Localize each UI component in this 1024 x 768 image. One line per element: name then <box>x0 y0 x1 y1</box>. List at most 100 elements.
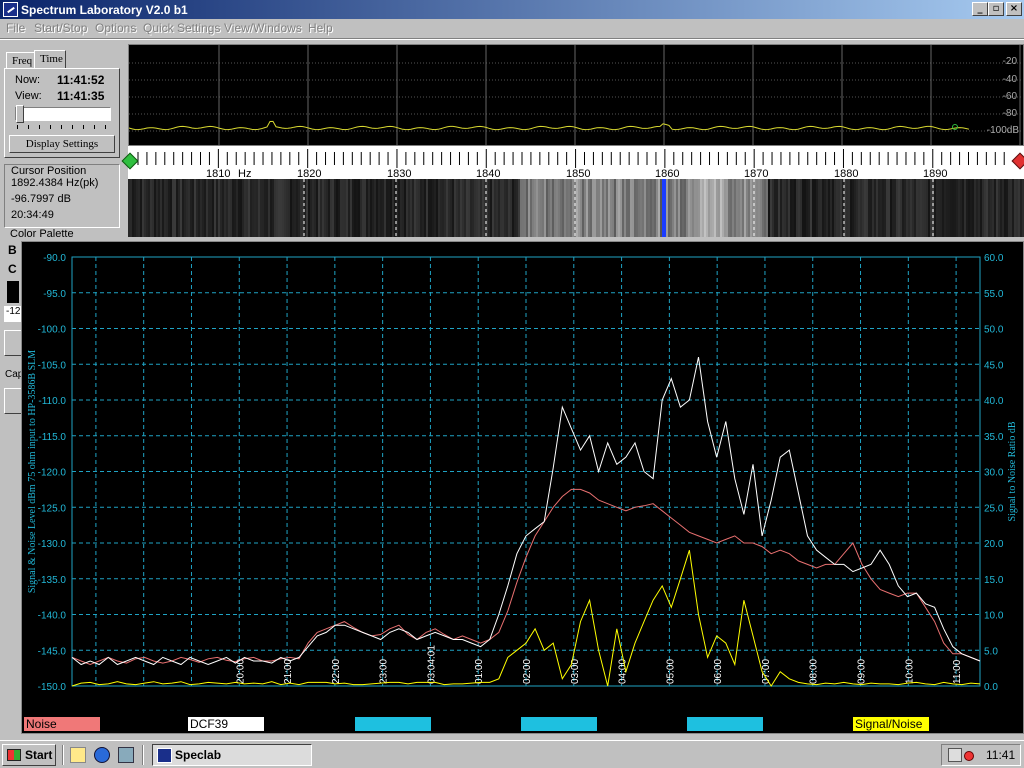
waterfall-column <box>270 179 272 237</box>
waterfall-column <box>640 179 642 237</box>
waterfall-column <box>778 179 780 237</box>
waterfall-column <box>886 179 888 237</box>
waterfall-column <box>786 179 788 237</box>
start-button[interactable]: Start <box>2 744 56 766</box>
waterfall-column <box>1020 179 1022 237</box>
display-settings-button[interactable]: Display Settings <box>9 135 115 153</box>
slider-ticks <box>17 125 109 129</box>
plot-window[interactable]: -90.0 -95.0 -100.0 -105.0 -110.0 -115.0 -120.0… <box>21 241 1024 734</box>
time-slider[interactable] <box>15 105 111 123</box>
waterfall-column <box>266 179 268 237</box>
waterfall-column <box>702 179 704 237</box>
slider-thumb[interactable] <box>16 105 24 123</box>
view-label: View: <box>15 90 42 102</box>
waterfall-column <box>482 179 484 237</box>
waterfall-column <box>652 179 654 237</box>
waterfall-column <box>612 179 614 237</box>
legend-dcf39: DCF39 <box>188 717 264 731</box>
waterfall-column <box>362 179 364 237</box>
waterfall-column <box>466 179 468 237</box>
minimize-button[interactable]: _ <box>972 2 988 16</box>
clock[interactable]: 11:41 <box>986 748 1015 762</box>
waterfall-column <box>320 179 322 237</box>
waterfall-display[interactable] <box>128 179 1024 237</box>
waterfall-column <box>588 179 590 237</box>
waterfall-column <box>518 179 520 237</box>
spectrum-trace <box>128 120 970 131</box>
waterfall-column <box>656 179 658 237</box>
menu-help[interactable]: Help <box>308 21 333 35</box>
waterfall-column <box>954 179 956 237</box>
tray-alert-icon[interactable] <box>964 751 974 761</box>
waterfall-column <box>204 179 206 237</box>
title-bar[interactable]: Spectrum Laboratory V2.0 b1 _ ▫ × <box>0 0 1024 19</box>
close-button[interactable]: × <box>1006 2 1022 16</box>
spectrum-display[interactable]: -20 -40 -60 -80 -100dB <box>128 44 1024 146</box>
waterfall-column <box>636 179 638 237</box>
tray-app-icon[interactable] <box>948 748 962 762</box>
tab-time[interactable]: Time <box>34 50 66 69</box>
spec-scale-100: -100dB <box>986 125 1019 136</box>
waterfall-column <box>608 179 610 237</box>
waterfall-column <box>544 179 546 237</box>
menu-start-stop[interactable]: Start/Stop <box>34 21 87 35</box>
taskbar-separator-2 <box>142 745 144 765</box>
waterfall-column <box>896 179 898 237</box>
waterfall-column <box>360 179 362 237</box>
waterfall-column <box>992 179 994 237</box>
waterfall-column <box>814 179 816 237</box>
palette-button-2[interactable] <box>4 388 22 414</box>
palette-button-1[interactable] <box>4 330 22 356</box>
waterfall-column <box>750 179 752 237</box>
waterfall-column <box>946 179 948 237</box>
waterfall-column <box>1012 179 1014 237</box>
waterfall-column <box>446 179 448 237</box>
frequency-scale[interactable]: 1810 Hz 1820 1830 1840 1850 1860 1870 18… <box>121 146 1024 180</box>
quicklaunch-outlook-icon[interactable] <box>118 747 134 763</box>
menu-options[interactable]: Options <box>95 21 136 35</box>
waterfall-column <box>312 179 314 237</box>
spec-scale-80: -80 <box>1002 108 1017 119</box>
waterfall-column <box>286 179 288 237</box>
waterfall-column <box>530 179 532 237</box>
waterfall-column <box>830 179 832 237</box>
cursor-freq: 1892.4384 Hz(pk) <box>11 177 99 189</box>
waterfall-column <box>180 179 182 237</box>
waterfall-column <box>790 179 792 237</box>
waterfall-column <box>128 179 130 237</box>
waterfall-column <box>542 179 544 237</box>
menu-view-windows[interactable]: View/Windows <box>224 21 302 35</box>
waterfall-column <box>994 179 996 237</box>
y2-tick-label: 15.0 <box>984 575 1004 586</box>
waterfall-column <box>792 179 794 237</box>
waterfall-column <box>488 179 490 237</box>
palette-value[interactable]: -12 <box>4 306 22 322</box>
now-label: Now: <box>15 74 41 86</box>
quicklaunch-desktop-icon[interactable] <box>70 747 86 763</box>
maximize-button[interactable]: ▫ <box>988 2 1004 16</box>
quicklaunch-ie-icon[interactable] <box>94 747 110 763</box>
app-icon[interactable] <box>3 2 18 17</box>
waterfall-column <box>418 179 420 237</box>
waterfall-column <box>246 179 248 237</box>
waterfall-column <box>864 179 866 237</box>
waterfall-column <box>256 179 258 237</box>
waterfall-column <box>646 179 648 237</box>
tab-freq[interactable]: Freq <box>6 52 36 69</box>
waterfall-column <box>172 179 174 237</box>
waterfall-column <box>514 179 516 237</box>
waterfall-column <box>378 179 380 237</box>
waterfall-column <box>914 179 916 237</box>
waterfall-column <box>352 179 354 237</box>
waterfall-column <box>940 179 942 237</box>
task-button-speclab[interactable]: Speclab <box>152 744 312 766</box>
waterfall-column <box>566 179 568 237</box>
waterfall-column <box>502 179 504 237</box>
menu-quick-settings[interactable]: Quick Settings <box>143 21 220 35</box>
waterfall-column <box>452 179 454 237</box>
waterfall-column <box>990 179 992 237</box>
palette-swatch[interactable] <box>7 281 19 303</box>
menu-file[interactable]: File <box>6 21 25 35</box>
waterfall-column <box>960 179 962 237</box>
waterfall-column <box>698 179 700 237</box>
